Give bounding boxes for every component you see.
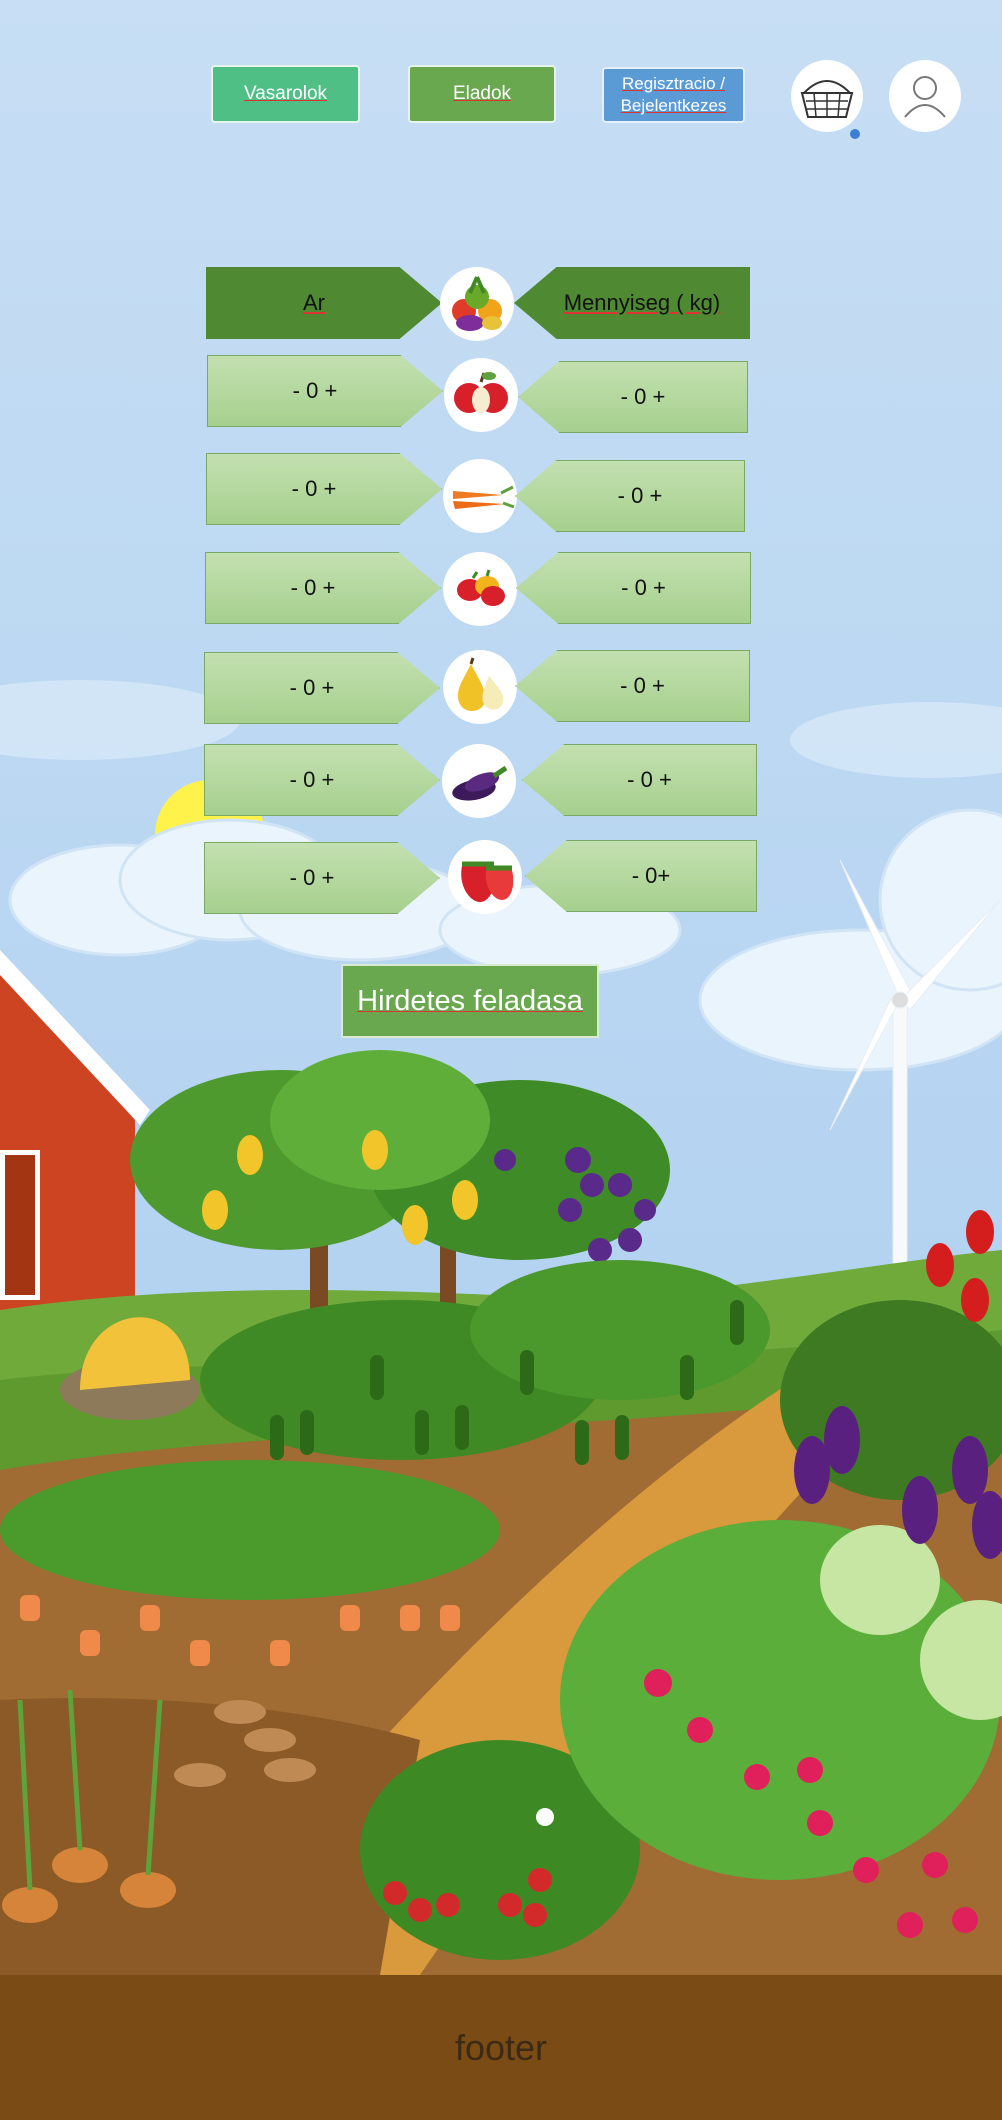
post-advert-button[interactable]: Hirdetes feladasa xyxy=(341,964,599,1038)
quantity-stepper[interactable]: - 0 + xyxy=(515,460,745,532)
price-stepper[interactable]: - 0 + xyxy=(204,744,440,816)
cart-indicator-dot xyxy=(850,129,860,139)
pepper-icon xyxy=(443,552,517,626)
price-header: Ar xyxy=(206,267,442,339)
footer-label: footer xyxy=(454,2026,548,2068)
user-profile-icon[interactable] xyxy=(889,60,961,132)
table-row: - 0 + - 0 + xyxy=(204,650,750,724)
price-stepper[interactable]: - 0 + xyxy=(205,552,441,624)
pear-icon xyxy=(443,650,517,724)
table-row: - 0 + - 0+ xyxy=(204,840,757,916)
carrot-icon xyxy=(443,459,517,533)
table-row: - 0 + - 0 + xyxy=(204,744,757,818)
price-stepper[interactable]: - 0 + xyxy=(207,355,443,427)
price-stepper[interactable]: - 0 + xyxy=(204,842,440,914)
table-row: - 0 + - 0 + xyxy=(207,355,751,433)
price-header-label: Ar xyxy=(303,290,325,315)
table-row: - 0 + - 0 + xyxy=(206,453,750,533)
quantity-stepper[interactable]: - 0 + xyxy=(516,552,751,624)
table-row: - 0 + - 0 + xyxy=(205,552,751,626)
quantity-header-label: Mennyiseg ( kg) xyxy=(563,290,721,315)
basket-icon[interactable] xyxy=(791,60,863,132)
quantity-stepper[interactable]: - 0 + xyxy=(515,650,750,722)
price-stepper[interactable]: - 0 + xyxy=(206,453,442,525)
price-stepper[interactable]: - 0 + xyxy=(204,652,440,724)
register-login-button[interactable]: Regisztracio / Bejelentkezes xyxy=(602,67,745,123)
strawberry-icon xyxy=(448,840,522,914)
footer: footer xyxy=(0,1975,1002,2120)
quantity-stepper[interactable]: - 0 + xyxy=(518,361,748,433)
quantity-header: Mennyiseg ( kg) xyxy=(514,267,750,339)
quantity-stepper[interactable]: - 0+ xyxy=(525,840,757,912)
apple-icon xyxy=(444,358,518,432)
quantity-stepper[interactable]: - 0 + xyxy=(522,744,757,816)
mixed-produce-icon xyxy=(440,267,514,341)
eggplant-icon xyxy=(442,744,516,818)
table-header-row: Ar Mennyiseg ( kg) xyxy=(206,267,750,341)
sellers-button[interactable]: Eladok xyxy=(408,65,556,123)
buyers-button[interactable]: Vasarolok xyxy=(211,65,360,123)
